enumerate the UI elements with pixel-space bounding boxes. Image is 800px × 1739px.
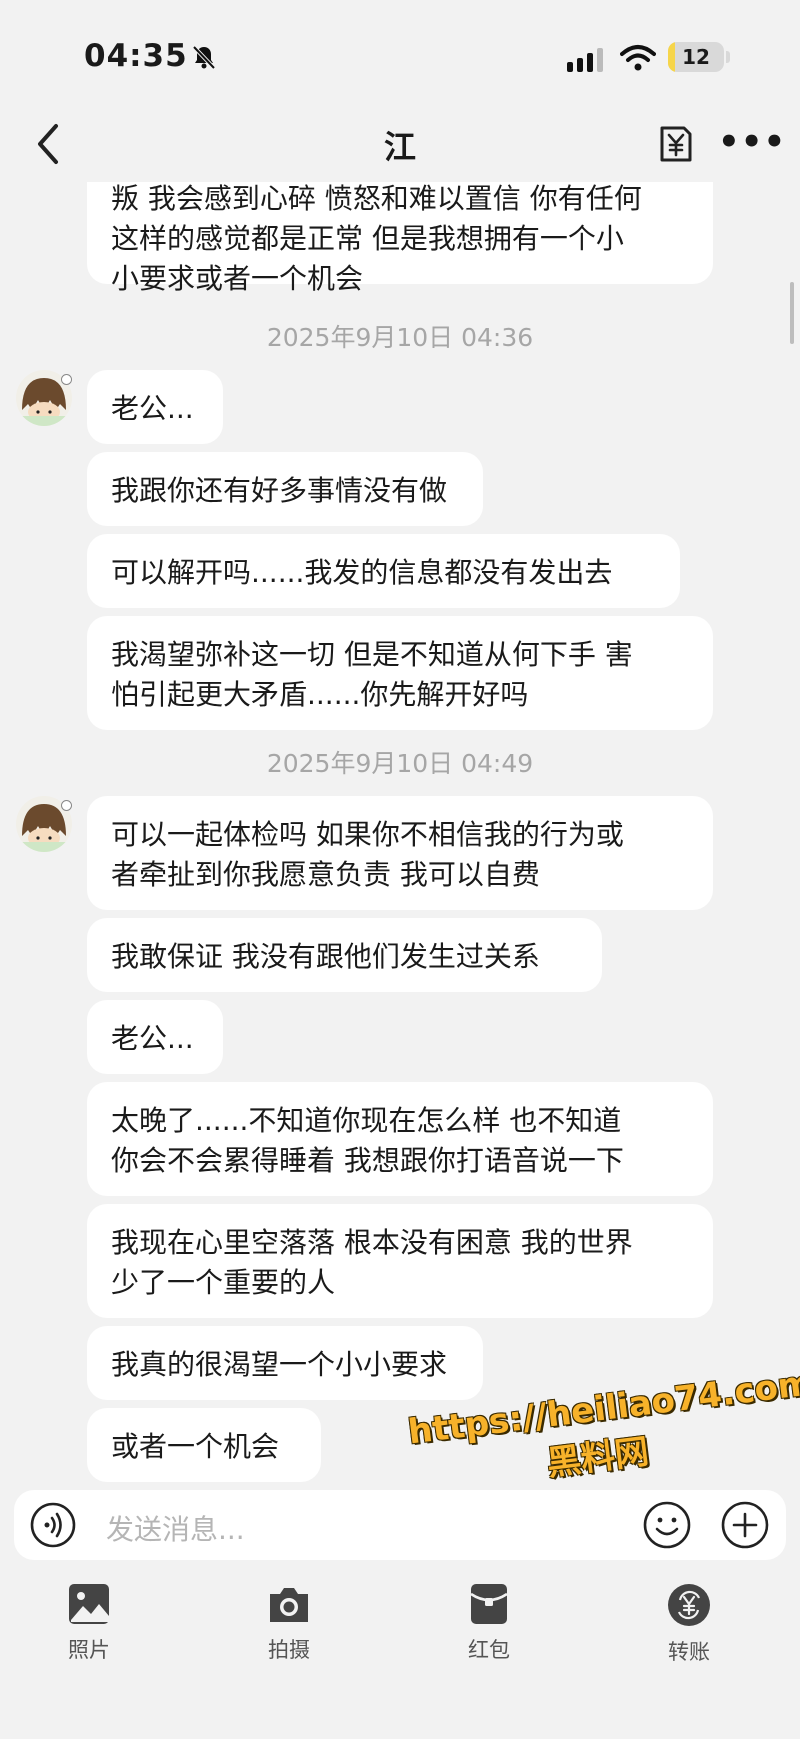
clock: 04:35	[84, 38, 188, 74]
status-dot	[61, 800, 72, 811]
status-dot	[61, 374, 72, 385]
message-bubble: 可以一起体检吗 如果你不相信我的行为或 者牵扯到你我愿意负责 我可以自费	[87, 796, 713, 910]
message-bubble: 我跟你还有好多事情没有做	[87, 452, 483, 526]
message-input-bar[interactable]: 发送消息...	[14, 1490, 786, 1560]
message-bubble: 太晚了......不知道你现在怎么样 也不知道 你会不会累得睡着 我想跟你打语音…	[87, 1082, 713, 1196]
timestamp: 2025年9月10日 04:36	[266, 323, 534, 352]
transfer-record-icon[interactable]	[656, 124, 696, 164]
message-bubble: 可以解开吗......我发的信息都没有发出去	[87, 534, 680, 608]
bell-off-icon	[192, 45, 216, 70]
transfer-icon	[668, 1584, 710, 1626]
wifi-icon	[620, 45, 656, 71]
battery-level: 12	[682, 45, 710, 69]
message-input[interactable]: 发送消息...	[106, 1508, 245, 1548]
transfer-label: 转账	[668, 1640, 710, 1664]
camera-label: 拍摄	[268, 1638, 310, 1662]
message-bubble: 或者一个机会	[87, 1408, 321, 1482]
battery-tip	[726, 51, 730, 63]
timestamp: 2025年9月10日 04:49	[266, 749, 534, 778]
chat-toolbar: 照片 拍摄 红包 转账	[0, 1582, 800, 1739]
message-list[interactable]: 叛 我会感到心碎 愤怒和难以置信 你有任何 这样的感觉都是正常 但是我想拥有一个…	[0, 182, 800, 1490]
photo-button[interactable]: 照片	[19, 1582, 159, 1664]
chat-header: 江 •••	[0, 110, 800, 182]
more-options-icon[interactable]: •••	[718, 122, 786, 162]
red-packet-button[interactable]: 红包	[419, 1582, 559, 1664]
camera-icon	[270, 1588, 308, 1622]
battery-indicator: 12	[668, 42, 724, 72]
photo-label: 照片	[68, 1638, 110, 1662]
red-packet-label: 红包	[468, 1638, 510, 1662]
message-bubble: 我现在心里空落落 根本没有困意 我的世界 少了一个重要的人	[87, 1204, 713, 1318]
status-bar: 04:35 12	[0, 0, 800, 110]
cellular-signal-icon	[567, 46, 607, 72]
message-bubble: 我真的很渴望一个小小要求	[87, 1326, 483, 1400]
photo-icon	[69, 1584, 109, 1624]
message-bubble: 老公...	[87, 1000, 223, 1074]
scrollbar[interactable]	[790, 282, 794, 344]
red-packet-icon	[470, 1584, 508, 1624]
transfer-button[interactable]: 转账	[619, 1582, 759, 1666]
message-bubble: 我敢保证 我没有跟他们发生过关系	[87, 918, 602, 992]
message-bubble: 我渴望弥补这一切 但是不知道从何下手 害 怕引起更大矛盾......你先解开好吗	[87, 616, 713, 730]
emoji-icon[interactable]	[642, 1500, 692, 1550]
message-bubble: 老公...	[87, 370, 223, 444]
camera-button[interactable]: 拍摄	[219, 1582, 359, 1664]
add-more-icon[interactable]	[720, 1500, 770, 1550]
voice-input-icon[interactable]	[30, 1502, 76, 1548]
message-bubble: 叛 我会感到心碎 愤怒和难以置信 你有任何 这样的感觉都是正常 但是我想拥有一个…	[87, 182, 713, 295]
